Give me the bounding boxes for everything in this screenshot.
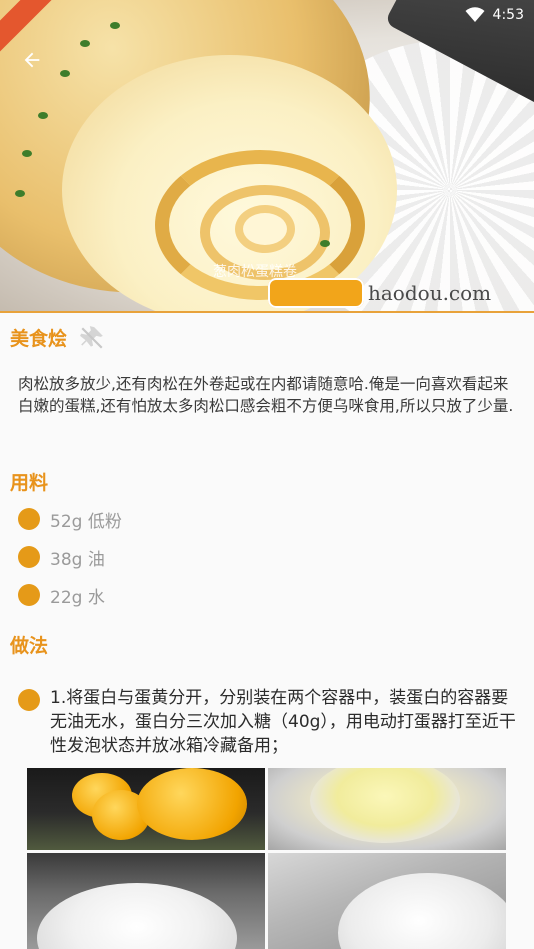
title-row: 美食烩: [10, 324, 105, 351]
recipe-content: 美食烩 肉松放多放少,还有肉松在外卷起或在内都请随意哈.俺是一向喜欢看起来白嫩的…: [0, 311, 534, 949]
back-button[interactable]: [14, 42, 50, 78]
step-item: 1.将蛋白与蛋黄分开，分别装在两个容器中，装蛋白的容器要无油无水，蛋白分三次加入…: [18, 686, 518, 758]
ingredient-label: 38g 油: [50, 549, 105, 570]
arrow-left-icon: [24, 52, 40, 68]
brand-text: haodou.com: [368, 281, 492, 305]
ingredient-label: 52g 低粉: [50, 511, 122, 532]
scallion-piece: [320, 240, 330, 247]
scallion-piece: [22, 150, 32, 157]
ingredient-item: 22g 水: [18, 582, 105, 608]
favorite-button[interactable]: [79, 325, 105, 351]
scallion-piece: [80, 40, 90, 47]
scallion-piece: [15, 190, 25, 197]
cake-swirl: [235, 205, 295, 253]
egg-white-bowl: [310, 768, 460, 843]
step-photo[interactable]: [27, 768, 265, 850]
step-photo[interactable]: [27, 853, 265, 949]
brand-watermark: haodou.com: [268, 278, 491, 308]
step-photo[interactable]: [268, 853, 506, 949]
scallion-piece: [110, 22, 120, 29]
scallion-piece: [38, 112, 48, 119]
wifi-icon: [465, 7, 485, 22]
ingredients-heading: 用料: [10, 472, 49, 494]
ingredient-item: 52g 低粉: [18, 506, 122, 532]
circle-bullet-icon: [18, 508, 40, 530]
step-photo-grid: [27, 768, 507, 949]
sugar-bowl: [37, 883, 237, 949]
brand-logo: [268, 278, 364, 308]
recipe-title: 美食烩: [10, 328, 68, 350]
recipe-hero-image: 葱肉松蛋糕卷 haodou.com: [0, 0, 534, 311]
pin-off-icon: [80, 325, 103, 349]
whisked-egg-white: [338, 873, 506, 949]
step-photo[interactable]: [268, 768, 506, 850]
ingredient-label: 22g 水: [50, 587, 105, 608]
step-text: 1.将蛋白与蛋黄分开，分别装在两个容器中，装蛋白的容器要无油无水，蛋白分三次加入…: [50, 688, 516, 756]
egg-yolk: [137, 768, 247, 840]
scallion-piece: [60, 70, 70, 77]
status-time: 4:53: [492, 7, 524, 23]
method-heading: 做法: [10, 635, 49, 657]
circle-bullet-icon: [18, 584, 40, 606]
circle-bullet-icon: [18, 546, 40, 568]
ingredient-item: 38g 油: [18, 544, 105, 570]
recipe-description: 肉松放多放少,还有肉松在外卷起或在内都请随意哈.俺是一向喜欢看起来白嫩的蛋糕,还…: [18, 375, 514, 415]
status-bar: 4:53: [465, 0, 534, 30]
circle-bullet-icon: [18, 689, 40, 711]
